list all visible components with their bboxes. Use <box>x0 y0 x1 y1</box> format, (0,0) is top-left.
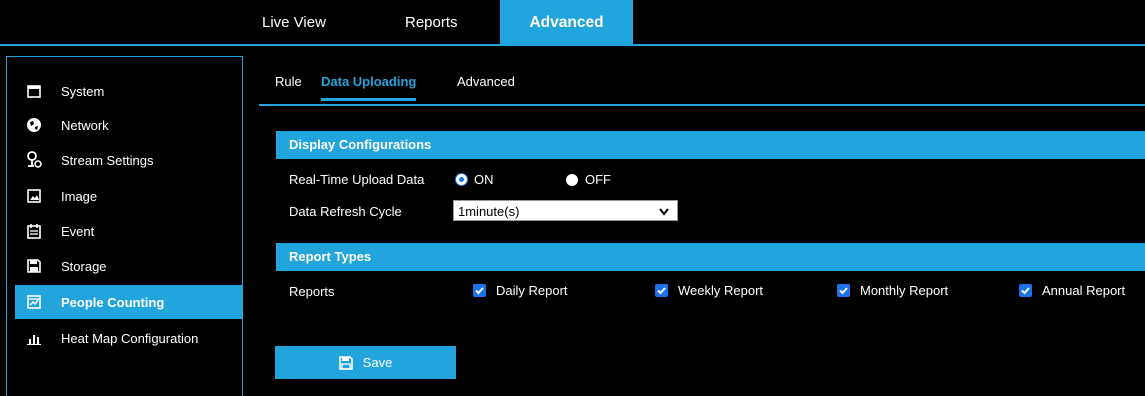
daily-report-checkbox[interactable]: Daily Report <box>473 283 568 298</box>
tab-reports[interactable]: Reports <box>405 0 458 46</box>
annual-report-checkbox[interactable]: Annual Report <box>1019 283 1125 298</box>
sidebar-item-stream-settings[interactable]: Stream Settings <box>15 143 243 177</box>
save-label: Save <box>362 355 393 370</box>
monthly-report-checkbox[interactable]: Monthly Report <box>837 283 948 298</box>
chart-icon <box>25 293 43 311</box>
top-navigation: Live View Reports Advanced <box>0 0 1145 46</box>
sidebar-item-label: People Counting <box>61 294 165 310</box>
tab-advanced-settings[interactable]: Advanced <box>457 74 515 101</box>
weekly-report-checkbox[interactable]: Weekly Report <box>655 283 763 298</box>
tab-advanced[interactable]: Advanced <box>500 0 633 46</box>
tab-rule[interactable]: Rule <box>275 74 302 101</box>
calendar-icon <box>25 222 43 240</box>
sidebar-item-storage[interactable]: Storage <box>15 249 243 283</box>
data-refresh-cycle-select[interactable]: 1minute(s) <box>453 200 678 221</box>
sidebar-item-label: Stream Settings <box>61 152 154 168</box>
realtime-on-radio[interactable]: ON <box>456 172 494 187</box>
radio-off-label: OFF <box>585 172 611 187</box>
sidebar-item-label: Storage <box>61 258 107 274</box>
checkbox-label: Annual Report <box>1042 283 1126 298</box>
checkmark-icon <box>837 284 850 297</box>
radio-selected-icon <box>456 174 467 185</box>
sidebar-item-event[interactable]: Event <box>15 214 243 248</box>
save-button[interactable]: Save <box>275 346 456 379</box>
checkmark-icon <box>1019 284 1032 297</box>
reports-label: Reports <box>289 284 335 299</box>
window-icon <box>25 82 43 100</box>
realtime-off-radio[interactable]: OFF <box>566 172 611 187</box>
image-icon <box>25 187 43 205</box>
checkbox-label: Weekly Report <box>678 283 764 298</box>
radio-on-label: ON <box>474 172 494 187</box>
sidebar-item-heat-map-configuration[interactable]: Heat Map Configuration <box>15 321 243 355</box>
tab-live-view[interactable]: Live View <box>262 0 326 46</box>
chevron-down-icon <box>659 201 669 224</box>
sidebar-item-people-counting[interactable]: People Counting <box>15 285 243 319</box>
checkmark-icon <box>473 284 486 297</box>
radio-unselected-icon <box>566 173 578 186</box>
stream-icon <box>25 151 43 169</box>
bar-chart-icon <box>25 329 43 347</box>
tab-data-uploading[interactable]: Data Uploading <box>321 74 417 101</box>
realtime-upload-label: Real-Time Upload Data <box>289 172 425 187</box>
sub-tab-bar: Rule Data Uploading Advanced <box>259 60 1145 106</box>
floppy-icon <box>25 257 43 275</box>
select-value: 1minute(s) <box>458 204 520 219</box>
sidebar-item-label: Heat Map Configuration <box>61 330 199 346</box>
sidebar-item-image[interactable]: Image <box>15 179 243 213</box>
data-refresh-cycle-label: Data Refresh Cycle <box>289 204 402 219</box>
display-configurations-header: Display Configurations <box>276 131 1145 159</box>
sidebar-item-system[interactable]: System <box>15 74 243 108</box>
sidebar-item-label: System <box>61 83 105 99</box>
sidebar-item-label: Network <box>61 117 109 133</box>
floppy-icon <box>338 355 353 370</box>
report-types-header: Report Types <box>276 243 1145 271</box>
sidebar-item-label: Image <box>61 188 98 204</box>
sidebar-item-label: Event <box>61 223 95 239</box>
globe-icon <box>25 116 43 134</box>
checkbox-label: Daily Report <box>496 283 568 298</box>
checkmark-icon <box>655 284 668 297</box>
checkbox-label: Monthly Report <box>860 283 949 298</box>
sidebar: System Network Stream Settings Image Eve… <box>6 56 243 396</box>
sidebar-item-network[interactable]: Network <box>15 108 243 142</box>
